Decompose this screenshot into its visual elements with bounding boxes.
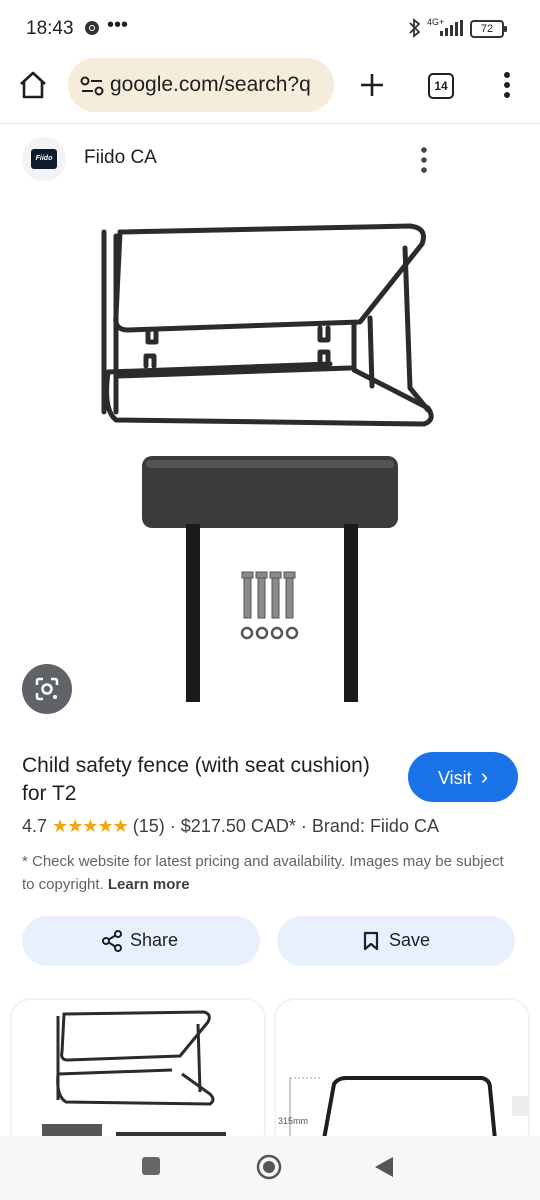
- home-circle-icon[interactable]: [255, 1153, 283, 1181]
- toolbar-divider: [0, 123, 540, 124]
- save-label: Save: [389, 930, 431, 950]
- share-button[interactable]: Share: [22, 916, 260, 966]
- star-rating-icon: ★★★★★: [52, 816, 129, 836]
- browser-toolbar: google.com/search?q 14: [0, 56, 540, 120]
- dimension-label: 315mm: [278, 1116, 309, 1126]
- product-title[interactable]: Child safety fence (with seat cushion) f…: [22, 752, 382, 808]
- more-vert-icon[interactable]: [500, 72, 514, 98]
- source-favicon[interactable]: Fiido: [22, 137, 66, 181]
- related-product-card[interactable]: 315mm: [276, 1000, 528, 1150]
- new-tab-plus-icon[interactable]: [360, 73, 384, 97]
- source-name[interactable]: Fiido CA: [84, 147, 157, 169]
- google-lens-icon: [35, 677, 59, 701]
- related-fence-image: [42, 1010, 226, 1150]
- status-time: 18:43: [26, 18, 74, 39]
- home-icon[interactable]: [18, 71, 48, 99]
- meta-separator: ·: [169, 816, 176, 836]
- brand: Brand: Fiido CA: [311, 816, 439, 836]
- site-settings-icon[interactable]: [80, 76, 104, 96]
- omnibox[interactable]: google.com/search?q: [68, 58, 334, 112]
- visit-label: Visit: [437, 768, 472, 788]
- product-image[interactable]: [0, 190, 540, 730]
- status-bar: 18:43 ••• 4G+ 72: [0, 0, 540, 56]
- product-meta: 4.7 ★★★★★ (15) · $217.50 CAD* · Brand: F…: [22, 816, 439, 837]
- bookmark-icon: [363, 931, 379, 951]
- google-lens-button[interactable]: [22, 664, 72, 714]
- fiido-logo: Fiido: [31, 149, 57, 169]
- review-count: (15): [132, 816, 165, 836]
- recents-square-icon[interactable]: [142, 1157, 160, 1175]
- bluetooth-icon: [409, 18, 421, 38]
- save-button[interactable]: Save: [277, 916, 515, 966]
- disclaimer-text: * Check website for latest pricing and a…: [22, 853, 504, 893]
- rating-value: 4.7: [22, 816, 48, 836]
- share-icon: [102, 930, 122, 952]
- learn-more-link[interactable]: Learn more: [108, 876, 190, 893]
- price: $217.50 CAD*: [180, 816, 296, 836]
- meta-separator: ·: [300, 816, 307, 836]
- related-dimension-image: [289, 1076, 528, 1150]
- signal-icon: [440, 20, 463, 36]
- back-triangle-icon[interactable]: [373, 1155, 395, 1179]
- url-text: google.com/search?q: [110, 73, 311, 96]
- disclaimer: * Check website for latest pricing and a…: [22, 850, 512, 896]
- system-navigation-bar: [0, 1136, 540, 1200]
- fence-frame-image: [101, 223, 434, 702]
- tab-switcher-icon[interactable]: 14: [428, 73, 454, 99]
- more-notifications-icon: •••: [107, 14, 129, 36]
- visit-button[interactable]: Visit ›: [408, 752, 518, 802]
- chrome-icon: [85, 21, 99, 35]
- more-options-icon[interactable]: [414, 145, 434, 175]
- chevron-right-icon: ›: [480, 764, 489, 789]
- battery-indicator: 72: [470, 20, 507, 38]
- share-label: Share: [130, 930, 179, 950]
- related-product-card[interactable]: [12, 1000, 264, 1150]
